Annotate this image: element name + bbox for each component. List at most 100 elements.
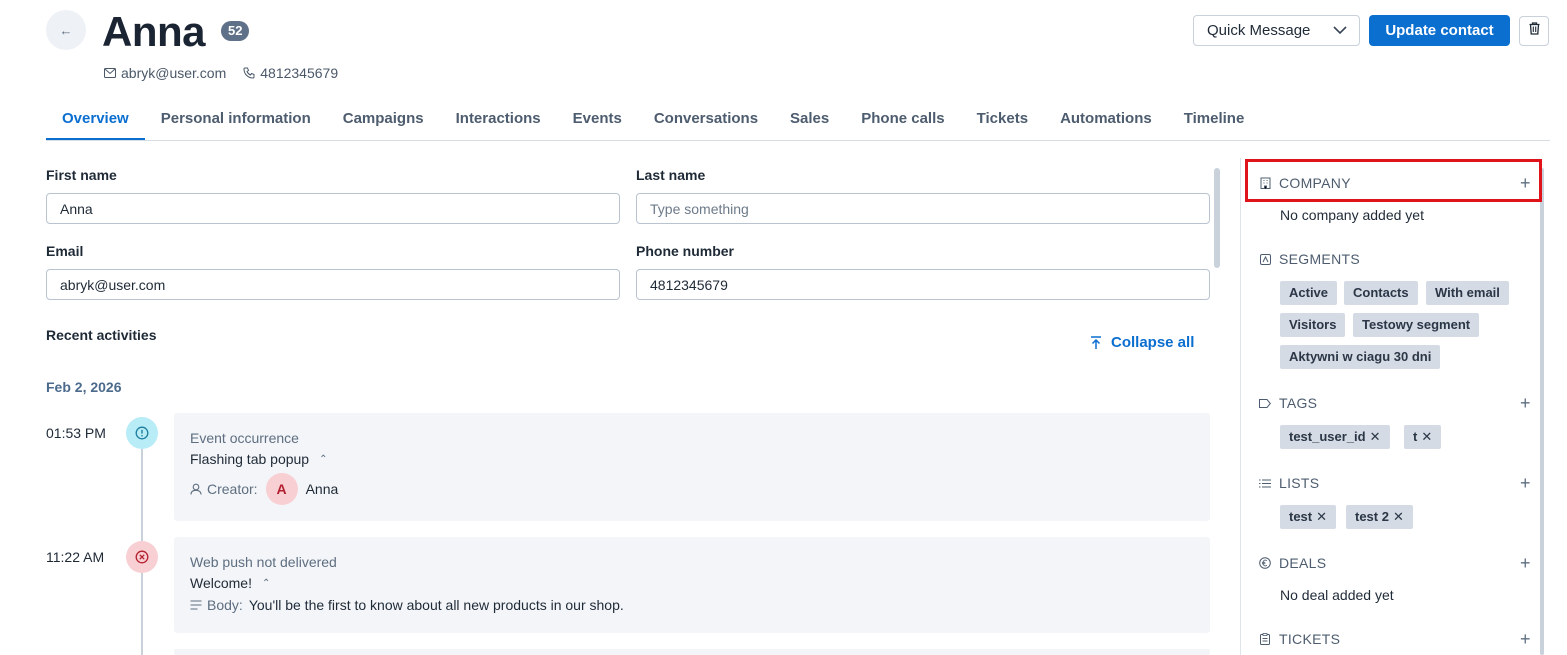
arrow-left-icon: ← bbox=[59, 22, 73, 38]
add-company-button[interactable]: + bbox=[1520, 174, 1531, 192]
euro-icon bbox=[1258, 557, 1272, 569]
tab-sales[interactable]: Sales bbox=[774, 100, 845, 140]
back-button[interactable]: ← bbox=[46, 10, 86, 50]
activity-title[interactable]: Flashing tab popup ⌃ bbox=[190, 451, 1194, 467]
activity-card bbox=[174, 649, 1210, 655]
close-icon[interactable]: ✕ bbox=[1370, 429, 1381, 444]
first-name-input[interactable] bbox=[46, 193, 620, 224]
first-name-label: First name bbox=[46, 167, 117, 183]
add-tag-button[interactable]: + bbox=[1520, 394, 1531, 412]
segment-chip[interactable]: Visitors bbox=[1280, 313, 1346, 337]
deals-empty-text: No deal added yet bbox=[1280, 587, 1394, 603]
chevron-down-icon bbox=[1333, 22, 1347, 39]
company-title: COMPANY bbox=[1279, 175, 1351, 191]
delete-contact-button[interactable] bbox=[1519, 16, 1549, 46]
tickets-header: TICKETS bbox=[1258, 631, 1340, 647]
activity-card[interactable]: Web push not delivered Welcome! ⌃ Body: … bbox=[174, 537, 1210, 633]
plus-icon: + bbox=[1520, 173, 1531, 193]
creator-label: Creator: bbox=[207, 481, 258, 497]
list-label: test bbox=[1289, 509, 1313, 524]
plus-icon: + bbox=[1520, 629, 1531, 649]
tab-interactions[interactable]: Interactions bbox=[440, 100, 557, 140]
close-icon[interactable]: ✕ bbox=[1316, 509, 1327, 524]
body-text: You'll be the first to know about all ne… bbox=[248, 597, 624, 613]
contact-phone[interactable]: 4812345679 bbox=[242, 65, 338, 81]
recent-activities-title: Recent activities bbox=[46, 327, 157, 343]
avatar: A bbox=[265, 473, 298, 505]
main-scrollbar[interactable] bbox=[1214, 168, 1220, 268]
tags-title: TAGS bbox=[1279, 395, 1318, 411]
phone-number-label: Phone number bbox=[636, 243, 735, 259]
tab-events[interactable]: Events bbox=[557, 100, 638, 140]
tab-conversations[interactable]: Conversations bbox=[638, 100, 774, 140]
segment-chip[interactable]: With email bbox=[1426, 281, 1509, 305]
creator-name: Anna bbox=[305, 481, 339, 497]
segment-chip[interactable]: Contacts bbox=[1344, 281, 1418, 305]
quick-message-label: Quick Message bbox=[1207, 22, 1311, 39]
tab-phone-calls[interactable]: Phone calls bbox=[845, 100, 960, 140]
error-icon bbox=[126, 541, 158, 573]
activity-date: Feb 2, 2026 bbox=[46, 379, 122, 395]
segment-icon bbox=[1258, 253, 1272, 265]
body-label: Body: bbox=[207, 597, 243, 613]
tag-label: t bbox=[1413, 429, 1418, 444]
segment-chip[interactable]: Testowy segment bbox=[1353, 313, 1480, 337]
tab-tickets[interactable]: Tickets bbox=[961, 100, 1044, 140]
collapse-up-icon bbox=[1090, 335, 1102, 350]
phone-number-input[interactable] bbox=[636, 269, 1210, 300]
segments-title: SEGMENTS bbox=[1279, 251, 1360, 267]
email-text: abryk@user.com bbox=[121, 65, 227, 81]
lists-header: LISTS bbox=[1258, 475, 1319, 491]
tags-header: TAGS bbox=[1258, 395, 1317, 411]
close-icon[interactable]: ✕ bbox=[1393, 509, 1404, 524]
segment-chip[interactable]: Aktywni w ciagu 30 dni bbox=[1280, 345, 1441, 369]
activity-meta: Body: You'll be the first to know about … bbox=[190, 597, 1194, 613]
tab-overview[interactable]: Overview bbox=[46, 100, 145, 140]
activity-meta: Creator: A Anna bbox=[190, 473, 1194, 505]
chevron-up-icon[interactable]: ⌃ bbox=[262, 578, 270, 589]
company-empty-text: No company added yet bbox=[1280, 207, 1424, 223]
tag-chip[interactable]: t ✕ bbox=[1404, 425, 1442, 449]
tab-automations[interactable]: Automations bbox=[1044, 100, 1168, 140]
tag-icon bbox=[1258, 398, 1272, 408]
clipboard-icon bbox=[1258, 633, 1272, 645]
contact-info: abryk@user.com 4812345679 bbox=[103, 65, 354, 81]
update-contact-button[interactable]: Update contact bbox=[1369, 15, 1510, 46]
text-lines-icon bbox=[190, 600, 202, 610]
tab-personal-information[interactable]: Personal information bbox=[145, 100, 327, 140]
tab-timeline[interactable]: Timeline bbox=[1168, 100, 1261, 140]
last-name-input[interactable] bbox=[636, 193, 1210, 224]
plus-icon: + bbox=[1520, 473, 1531, 493]
quick-message-dropdown[interactable]: Quick Message bbox=[1193, 15, 1360, 46]
activity-type: Web push not delivered bbox=[190, 554, 337, 570]
deals-title: DEALS bbox=[1279, 555, 1327, 571]
activity-title[interactable]: Welcome! ⌃ bbox=[190, 575, 1194, 591]
trash-icon bbox=[1529, 22, 1540, 40]
plus-icon: + bbox=[1520, 393, 1531, 413]
segment-chip[interactable]: Active bbox=[1280, 281, 1338, 305]
activity-title-text: Welcome! bbox=[190, 575, 252, 591]
collapse-all-label: Collapse all bbox=[1111, 334, 1195, 351]
sidebar-scrollbar[interactable] bbox=[1540, 168, 1544, 655]
contact-name: Anna bbox=[102, 8, 206, 55]
list-icon bbox=[1258, 479, 1272, 488]
activity-time: 11:22 AM bbox=[46, 549, 105, 565]
collapse-all-button[interactable]: Collapse all bbox=[1090, 334, 1194, 351]
score-badge: 52 bbox=[221, 21, 250, 41]
tab-campaigns[interactable]: Campaigns bbox=[327, 100, 440, 140]
mail-icon bbox=[103, 66, 117, 80]
tag-chip[interactable]: test_user_id ✕ bbox=[1280, 425, 1390, 449]
email-label: Email bbox=[46, 243, 84, 259]
email-input[interactable] bbox=[46, 269, 620, 300]
add-ticket-button[interactable]: + bbox=[1520, 630, 1531, 648]
add-deal-button[interactable]: + bbox=[1520, 554, 1531, 572]
activity-type: Event occurrence bbox=[190, 430, 299, 446]
list-chip[interactable]: test 2 ✕ bbox=[1346, 505, 1413, 529]
activity-card[interactable]: Event occurrence Flashing tab popup ⌃ Cr… bbox=[174, 413, 1210, 521]
add-list-button[interactable]: + bbox=[1520, 474, 1531, 492]
contact-email[interactable]: abryk@user.com bbox=[103, 65, 226, 81]
close-icon[interactable]: ✕ bbox=[1421, 429, 1432, 444]
chevron-up-icon[interactable]: ⌃ bbox=[319, 454, 327, 465]
list-chip[interactable]: test ✕ bbox=[1280, 505, 1337, 529]
phone-text: 4812345679 bbox=[260, 65, 339, 81]
